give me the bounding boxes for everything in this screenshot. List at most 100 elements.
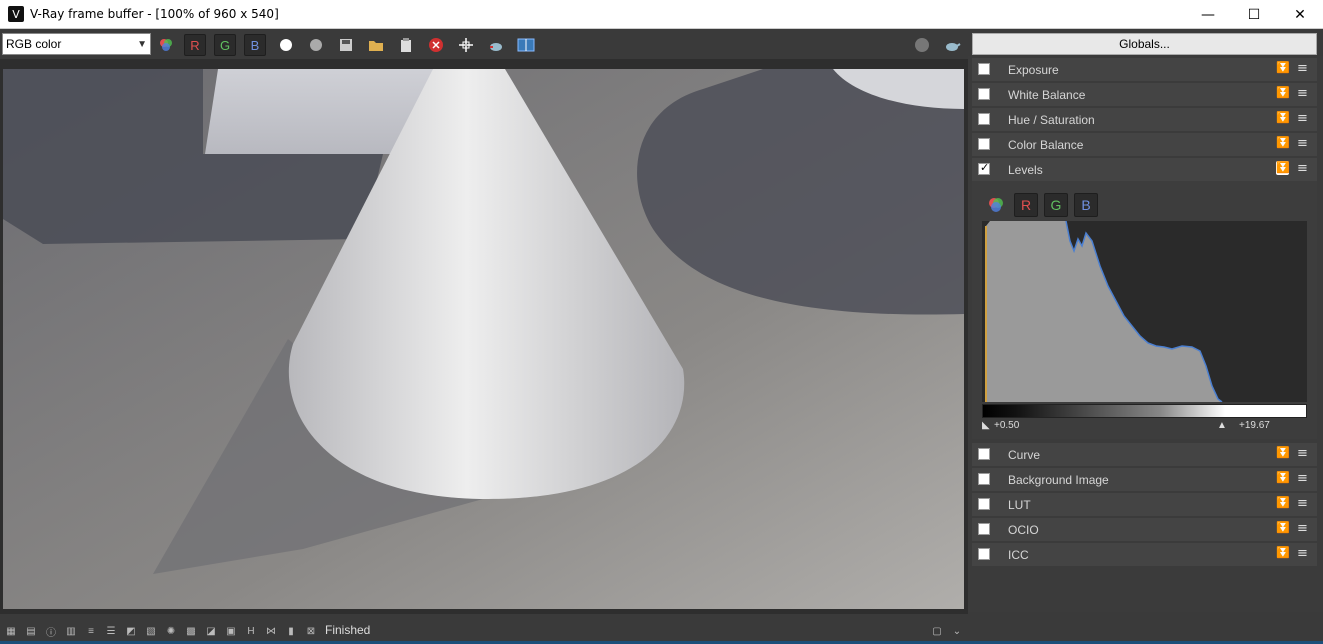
teapot-render-icon[interactable] bbox=[485, 34, 507, 56]
fit-window-icon[interactable]: ▢ bbox=[930, 624, 944, 638]
rollout-label: Curve bbox=[1008, 448, 1041, 462]
hsl-icon[interactable]: ≡ bbox=[84, 624, 98, 638]
globals-button[interactable]: Globals... bbox=[972, 33, 1317, 55]
hamburger-menu-icon[interactable]: ≡ bbox=[1297, 61, 1308, 76]
rollout-label: Background Image bbox=[1008, 473, 1109, 487]
hamburger-menu-icon[interactable]: ≡ bbox=[1297, 546, 1308, 561]
rgb-channels-icon[interactable] bbox=[984, 193, 1008, 217]
rollout-label: LUT bbox=[1008, 498, 1031, 512]
render-teapot-icon[interactable] bbox=[941, 34, 963, 56]
expand-chevron-icon[interactable]: ⏬ bbox=[1276, 61, 1290, 74]
rgb-bars-icon[interactable]: ▮ bbox=[284, 624, 298, 638]
rollout-hue-saturation[interactable]: Hue / Saturation ⏬ ≡ bbox=[972, 108, 1317, 131]
expand-chevron-icon[interactable]: ⏬ bbox=[1276, 86, 1290, 99]
exposure-checkbox[interactable] bbox=[978, 63, 990, 75]
levels-checkbox[interactable] bbox=[978, 161, 990, 175]
hamburger-menu-icon[interactable]: ≡ bbox=[1297, 86, 1308, 101]
rollout-label: Exposure bbox=[1008, 63, 1059, 77]
white-point-marker-icon[interactable]: ▲ bbox=[1217, 420, 1227, 431]
expand-panel-icon[interactable]: ⌄ bbox=[950, 624, 964, 638]
levels-panel: R G B ◣ +0.50 ▲ +19.67 bbox=[972, 181, 1317, 439]
expand-chevron-icon[interactable]: ⏬ bbox=[1276, 471, 1290, 484]
hamburger-menu-icon[interactable]: ≡ bbox=[1297, 136, 1308, 151]
rollout-label: Levels bbox=[1008, 163, 1043, 177]
histogram[interactable] bbox=[982, 220, 1307, 403]
render-elements-icon[interactable]: ▤ bbox=[24, 624, 38, 638]
clipboard-icon[interactable] bbox=[395, 34, 417, 56]
rollout-exposure[interactable]: Exposure ⏬ ≡ bbox=[972, 58, 1317, 81]
white-balance-checkbox[interactable] bbox=[978, 88, 990, 100]
curve-icon[interactable]: ◪ bbox=[204, 624, 218, 638]
info-icon[interactable]: ⓘ bbox=[44, 624, 58, 639]
levels-red-button[interactable]: R bbox=[1014, 193, 1038, 217]
icc-checkbox[interactable] bbox=[978, 548, 990, 560]
green-channel-button[interactable]: G bbox=[214, 34, 236, 56]
rollout-label: Color Balance bbox=[1008, 138, 1084, 152]
rollout-ocio[interactable]: OCIO ⏬ ≡ bbox=[972, 518, 1317, 541]
region-render-icon[interactable] bbox=[455, 34, 477, 56]
rollout-label: Hue / Saturation bbox=[1008, 113, 1095, 127]
vray-logo-icon: V bbox=[8, 6, 24, 22]
rgb-list-icon[interactable]: ☰ bbox=[104, 624, 118, 638]
compare-icon[interactable]: ⋈ bbox=[264, 624, 278, 638]
curve-checkbox[interactable] bbox=[978, 448, 990, 460]
rollout-label: White Balance bbox=[1008, 88, 1086, 102]
channel-select[interactable]: RGB color ▼ bbox=[2, 33, 151, 55]
rollout-lut[interactable]: LUT ⏬ ≡ bbox=[972, 493, 1317, 516]
levels-green-button[interactable]: G bbox=[1044, 193, 1068, 217]
expand-chevron-icon[interactable]: ⏬ bbox=[1276, 446, 1290, 459]
rollout-levels[interactable]: Levels ⏬ ≡ bbox=[972, 158, 1317, 181]
expand-chevron-icon[interactable]: ⏬ bbox=[1276, 136, 1290, 149]
gray-sphere-icon[interactable] bbox=[305, 34, 327, 56]
hue-saturation-checkbox[interactable] bbox=[978, 113, 990, 125]
white-circle-icon[interactable] bbox=[275, 34, 297, 56]
h-icon[interactable]: H bbox=[244, 624, 258, 638]
expand-chevron-icon[interactable]: ⏬ bbox=[1276, 496, 1290, 509]
background-icon[interactable]: ▩ bbox=[184, 624, 198, 638]
expand-chevron-icon[interactable]: ⏬ bbox=[1276, 111, 1290, 124]
save-icon[interactable] bbox=[335, 34, 357, 56]
expand-chevron-icon[interactable]: ⏬ bbox=[1276, 521, 1290, 534]
hamburger-menu-icon[interactable]: ≡ bbox=[1297, 111, 1308, 126]
rollout-white-balance[interactable]: White Balance ⏬ ≡ bbox=[972, 83, 1317, 106]
stripes-icon[interactable]: ▧ bbox=[144, 624, 158, 638]
background-image-checkbox[interactable] bbox=[978, 473, 990, 485]
rollout-icc[interactable]: ICC ⏬ ≡ bbox=[972, 543, 1317, 566]
hamburger-menu-icon[interactable]: ≡ bbox=[1297, 446, 1308, 461]
title-bar: V V-Ray frame buffer - [100% of 960 x 54… bbox=[0, 0, 1323, 29]
blue-channel-button[interactable]: B bbox=[244, 34, 266, 56]
rollout-color-balance[interactable]: Color Balance ⏬ ≡ bbox=[972, 133, 1317, 156]
lut-icon[interactable]: ▣ bbox=[224, 624, 238, 638]
lut-checkbox[interactable] bbox=[978, 498, 990, 510]
rgb-channels-icon[interactable] bbox=[155, 34, 177, 56]
status-bar: ▦ ▤ ⓘ ▥ ≡ ☰ ◩ ▧ ✺ ▩ ◪ ▣ H ⋈ ▮ ⊠ Finished… bbox=[0, 620, 968, 642]
folder-open-icon[interactable] bbox=[365, 34, 387, 56]
histogram-icon[interactable]: ◩ bbox=[124, 624, 138, 638]
rollout-curve[interactable]: Curve ⏬ ≡ bbox=[972, 443, 1317, 466]
minimize-button[interactable]: — bbox=[1185, 0, 1231, 29]
window-title: V-Ray frame buffer - [100% of 960 x 540] bbox=[30, 7, 279, 21]
expand-chevron-icon[interactable]: ⏬ bbox=[1276, 546, 1290, 559]
red-channel-button[interactable]: R bbox=[184, 34, 206, 56]
close-button[interactable]: ✕ bbox=[1277, 0, 1323, 29]
black-point-marker-icon[interactable]: ◣ bbox=[982, 420, 990, 431]
hamburger-menu-icon[interactable]: ≡ bbox=[1297, 521, 1308, 536]
maximize-button[interactable]: ☐ bbox=[1231, 0, 1277, 29]
compare-ab-icon[interactable] bbox=[515, 34, 537, 56]
levels-blue-button[interactable]: B bbox=[1074, 193, 1098, 217]
hamburger-menu-icon[interactable]: ≡ bbox=[1297, 496, 1308, 511]
render-viewport[interactable] bbox=[3, 69, 964, 609]
color-picker-icon[interactable]: ▥ bbox=[64, 624, 78, 638]
ocio-checkbox[interactable] bbox=[978, 523, 990, 535]
lens-effects-icon[interactable]: ✺ bbox=[164, 624, 178, 638]
window-controls: — ☐ ✕ bbox=[1185, 0, 1323, 29]
clear-image-icon[interactable] bbox=[425, 34, 447, 56]
rollout-background-image[interactable]: Background Image ⏬ ≡ bbox=[972, 468, 1317, 491]
collapse-chevron-icon[interactable]: ⏬ bbox=[1276, 161, 1290, 175]
history-icon[interactable]: ▦ bbox=[4, 624, 18, 638]
hamburger-menu-icon[interactable]: ≡ bbox=[1297, 161, 1308, 176]
stop-render-icon[interactable] bbox=[911, 34, 933, 56]
pixel-aspect-icon[interactable]: ⊠ bbox=[304, 624, 318, 638]
hamburger-menu-icon[interactable]: ≡ bbox=[1297, 471, 1308, 486]
color-balance-checkbox[interactable] bbox=[978, 138, 990, 150]
